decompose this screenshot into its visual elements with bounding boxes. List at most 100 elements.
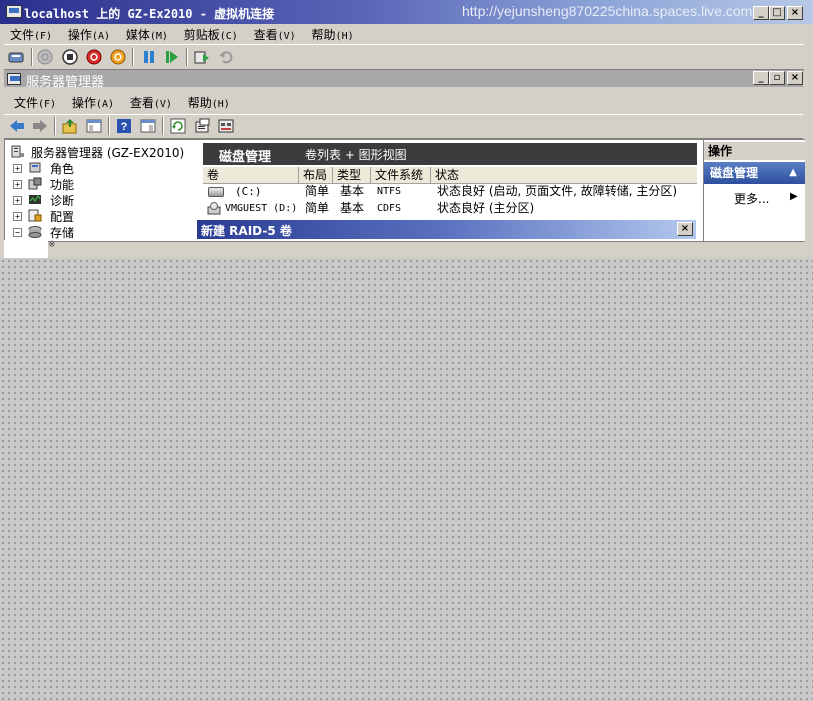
raid-dialog-close-button[interactable]: × — [677, 222, 693, 236]
vm-menubar: 文件(F) 操作(A) 媒体(M) 剪贴板(C) 查看(V) 帮助(H) — [4, 24, 809, 44]
collapse-icon[interactable]: − — [13, 228, 22, 237]
cell-filesystem: NTFS — [377, 186, 402, 197]
server-manager-titlebar[interactable]: 服务器管理器 _ ▫ × — [4, 70, 803, 90]
cell-status: 状态良好 (启动, 页面文件, 故障转储, 主分区) — [437, 184, 678, 198]
vm-menu-media[interactable]: 媒体(M) — [120, 24, 174, 43]
toolbar-separator — [132, 48, 134, 66]
tree-item-label: 角色 — [50, 162, 75, 176]
turn-off-icon[interactable] — [62, 49, 78, 65]
remnant-glyph: ※ — [48, 240, 56, 250]
cell-type: 基本 — [340, 201, 365, 215]
column-header-type[interactable]: 类型 — [333, 167, 371, 183]
vm-menu-help[interactable]: 帮助(H) — [306, 24, 360, 43]
toolbar-separator — [31, 48, 33, 66]
sm-menu-view[interactable]: 查看(V) — [124, 92, 178, 111]
vm-toolbar — [4, 44, 804, 70]
vm-menu-action[interactable]: 操作(A) — [62, 24, 116, 43]
vm-menu-clipboard[interactable]: 剪贴板(C) — [178, 24, 244, 43]
shutdown-icon[interactable] — [86, 49, 102, 65]
cell-filesystem: CDFS — [377, 203, 402, 214]
cell-layout: 简单 — [305, 201, 330, 215]
tree-pane-remnant: ※ — [4, 240, 56, 258]
sm-minimize-button[interactable]: _ — [753, 71, 769, 85]
collapse-up-icon[interactable]: ▲ — [789, 162, 797, 184]
show-hide-tree-icon[interactable] — [86, 118, 102, 134]
server-icon — [11, 145, 25, 158]
server-manager-toolbar: ? — [4, 114, 803, 139]
start-vm-icon[interactable] — [37, 49, 53, 65]
table-row[interactable]: (C:) 简单 基本 NTFS 状态良好 (启动, 页面文件, 故障转储, 主分… — [203, 183, 697, 200]
vm-menu-file[interactable]: 文件(F) — [4, 24, 58, 43]
column-header-status[interactable]: 状态 — [431, 167, 697, 183]
actions-section-label: 磁盘管理 — [710, 166, 759, 180]
sm-close-button[interactable]: × — [787, 71, 803, 85]
snapshot-icon[interactable] — [194, 49, 210, 65]
cell-status: 状态良好 (主分区) — [437, 201, 535, 215]
actions-section-disk-management[interactable]: 磁盘管理 ▲ — [704, 162, 805, 184]
column-header-volume[interactable]: 卷 — [203, 167, 299, 183]
tree-item-label: 诊断 — [50, 194, 75, 208]
vm-close-button[interactable]: × — [787, 6, 803, 20]
show-hide-action-pane-icon[interactable] — [140, 118, 156, 134]
raid-dialog-title: 新建 RAID-5 卷 — [201, 224, 292, 238]
resume-icon[interactable] — [164, 49, 180, 65]
table-row[interactable]: VMGUEST (D:) 简单 基本 CDFS 状态良好 (主分区) — [203, 200, 697, 217]
vm-window-title: localhost 上的 GZ-Ex2010 - 虚拟机连接 — [24, 7, 275, 21]
save-state-icon[interactable] — [110, 49, 126, 65]
refresh-icon[interactable] — [170, 118, 186, 134]
back-arrow-icon[interactable] — [9, 118, 25, 134]
cell-layout: 简单 — [305, 184, 330, 198]
view-mode-label: 卷列表 + 图形视图 — [305, 148, 407, 162]
disk-drive-icon — [208, 187, 224, 197]
forward-arrow-icon[interactable] — [32, 118, 48, 134]
up-level-icon[interactable] — [62, 118, 78, 134]
more-actions-link[interactable]: 更多... — [734, 190, 769, 207]
vm-minimize-button[interactable]: _ — [753, 6, 769, 20]
sm-menu-action[interactable]: 操作(A) — [66, 92, 120, 111]
expand-icon[interactable]: + — [13, 180, 22, 189]
storage-icon — [28, 225, 42, 238]
svg-text:?: ? — [121, 121, 128, 133]
sm-restore-button[interactable]: ▫ — [769, 71, 785, 85]
disk-management-title: 磁盘管理 — [219, 150, 272, 165]
expand-icon[interactable]: + — [13, 212, 22, 221]
toolbar-separator — [186, 48, 188, 66]
tree-item-label: 配置 — [50, 210, 75, 224]
cd-drive-icon — [207, 202, 221, 215]
sm-menu-help[interactable]: 帮助(H) — [182, 92, 236, 111]
server-manager-menubar: 文件(F) 操作(A) 查看(V) 帮助(H) — [4, 92, 803, 112]
diagnostics-icon — [28, 193, 42, 206]
column-header-layout[interactable]: 布局 — [299, 167, 333, 183]
vm-titlebar[interactable]: localhost 上的 GZ-Ex2010 - 虚拟机连接 http://ye… — [0, 0, 813, 24]
pause-icon[interactable] — [141, 49, 157, 65]
volume-grid-header: 卷 布局 类型 文件系统 状态 — [203, 167, 697, 184]
tree-item-label: 存储 — [50, 226, 75, 240]
roles-icon — [28, 161, 42, 174]
vm-menu-view[interactable]: 查看(V) — [248, 24, 302, 43]
toolbar-separator — [108, 117, 110, 135]
toolbar-separator — [54, 117, 56, 135]
server-manager-title: 服务器管理器 — [26, 75, 105, 90]
help-icon[interactable]: ? — [116, 118, 132, 134]
watermark-text: http://yejunsheng870225china.spaces.live… — [462, 3, 753, 19]
features-icon — [28, 177, 42, 190]
actions-pane: 操作 磁盘管理 ▲ 更多... ▶ — [703, 140, 805, 241]
properties-icon[interactable] — [194, 118, 210, 134]
tree-item-label: 功能 — [50, 178, 75, 192]
expand-icon[interactable]: + — [13, 196, 22, 205]
expand-icon[interactable]: + — [13, 164, 22, 173]
new-raid5-dialog-titlebar[interactable]: 新建 RAID-5 卷 × — [197, 220, 696, 239]
server-manager-app-icon — [7, 73, 21, 85]
disk-settings-icon[interactable] — [218, 118, 234, 134]
cell-volume: (C:) — [235, 185, 262, 198]
submenu-arrow-icon: ▶ — [790, 191, 798, 202]
ctrl-alt-del-icon[interactable] — [8, 49, 24, 65]
navigation-tree: 服务器管理器 (GZ-EX2010) + 角色 + 功能 + 诊断 + 配置 −… — [5, 140, 199, 241]
configuration-icon — [28, 209, 42, 222]
revert-icon[interactable] — [218, 49, 234, 65]
toolbar-separator — [162, 117, 164, 135]
column-header-filesystem[interactable]: 文件系统 — [371, 167, 431, 183]
vm-restore-button[interactable]: □ — [769, 6, 785, 20]
vm-connection-app-icon — [6, 5, 22, 18]
sm-menu-file[interactable]: 文件(F) — [4, 92, 62, 111]
